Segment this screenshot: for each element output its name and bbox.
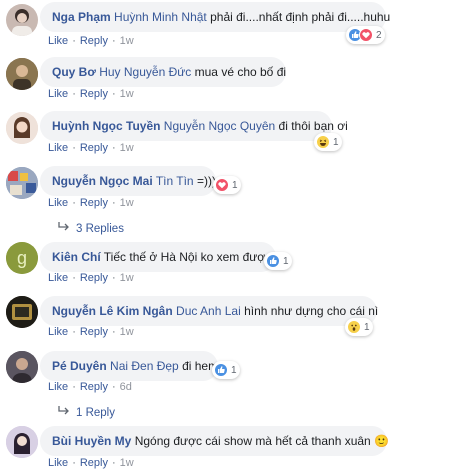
reaction-count: 1 [283,255,289,267]
comment-mention[interactable]: Tìn Tìn [156,174,194,188]
replies-count[interactable]: 3 Replies [76,223,124,235]
like-reaction-icon [266,254,280,268]
comment-text: Tiếc thế ở Hà Nội ko xem được [103,250,272,264]
comment-text: phải đi....nhất định phải đi.....huhu [210,10,391,24]
reply-button[interactable]: Reply [80,142,108,154]
reaction-summary[interactable]: 1 [264,252,292,270]
like-reaction-icon [214,363,228,377]
comment-bubble: Nga Phạm Huỳnh Minh Nhật phải đi....nhất… [40,2,390,32]
avatar[interactable]: g [6,242,38,274]
like-button[interactable]: Like [48,88,68,100]
comment-mention[interactable]: Nguyễn Ngọc Quyên [164,119,275,133]
like-button[interactable]: Like [48,457,68,469]
comment-bubble: Nguyễn Ngọc Mai Tìn Tìn =))) [40,166,216,196]
comment-author[interactable]: Huỳnh Ngọc Tuyền [52,119,160,133]
smile-emoji-icon: 🙂 [374,434,390,448]
reply-button[interactable]: Reply [80,35,108,47]
avatar[interactable] [6,351,38,383]
reply-button[interactable]: Reply [80,272,108,284]
svg-text:g: g [17,248,27,268]
love-reaction-icon [215,178,229,192]
wow-reaction-icon [347,320,361,334]
comment-actions: Like · Reply · 1w [48,326,134,338]
comment-author[interactable]: Kiên Chí [52,250,101,264]
love-reaction-icon [359,28,373,42]
reaction-summary[interactable]: 1 [345,318,373,336]
comment-timestamp[interactable]: 1w [120,457,134,469]
comment-actions: Like · Reply · 6d [48,381,132,393]
comment-mention[interactable]: Nai Đen Đẹp [110,359,179,373]
avatar[interactable] [6,296,38,328]
reaction-count: 1 [231,364,237,376]
comment-text: hình như dựng cho cái nì [244,304,379,318]
comment-actions: Like · Reply · 1w [48,88,134,100]
reply-button[interactable]: Reply [80,326,108,338]
view-replies-link[interactable]: 1 Reply [58,406,115,419]
reaction-count: 1 [232,179,238,191]
comment-timestamp[interactable]: 1w [120,326,134,338]
avatar[interactable] [6,167,38,199]
comment-timestamp[interactable]: 6d [120,381,132,393]
like-button[interactable]: Like [48,272,68,284]
comment-bubble: Kiên Chí Tiếc thế ở Hà Nội ko xem được [40,242,276,272]
reply-button[interactable]: Reply [80,197,108,209]
reaction-summary[interactable]: 2 [346,26,385,44]
comment-bubble: Pé Duyên Nai Đen Đẹp đi hem [40,351,218,381]
comment-timestamp[interactable]: 1w [120,142,134,154]
reply-arrow-icon [58,406,72,419]
avatar[interactable] [6,58,38,90]
haha-reaction-icon [316,135,330,149]
reaction-summary[interactable]: 1 [314,133,342,151]
comment-author[interactable]: Bùi Huyền My [52,434,131,448]
reply-button[interactable]: Reply [80,457,108,469]
comment-actions: Like · Reply · 1w [48,272,134,284]
comment-author[interactable]: Nguyễn Ngọc Mai [52,174,153,188]
comment-bubble: Nguyễn Lê Kim Ngân Duc Anh Lai hình như … [40,296,379,326]
like-button[interactable]: Like [48,381,68,393]
comment-author[interactable]: Pé Duyên [52,359,107,373]
like-button[interactable]: Like [48,197,68,209]
comment-actions: Like · Reply · 1w [48,142,134,154]
comment-author[interactable]: Nga Phạm [52,10,111,24]
comment-mention[interactable]: Huỳnh Minh Nhật [114,10,207,24]
reaction-summary[interactable]: 1 [212,361,240,379]
avatar[interactable] [6,426,38,458]
reaction-count: 2 [376,29,382,41]
replies-count[interactable]: 1 Reply [76,407,115,419]
comment-author[interactable]: Quy Bơ [52,65,96,79]
comment-text: Ngóng được cái show mà hết cả thanh xuân [134,434,371,448]
reaction-summary[interactable]: 1 [213,176,241,194]
reply-button[interactable]: Reply [80,88,108,100]
comment-actions: Like · Reply · 1w [48,457,134,469]
comment-bubble: Quy Bơ Huy Nguyễn Đức mua vé cho bố đi [40,57,286,87]
comment-text: mua vé cho bố đi [194,65,287,79]
avatar[interactable] [6,112,38,144]
comment-author[interactable]: Nguyễn Lê Kim Ngân [52,304,173,318]
like-button[interactable]: Like [48,35,68,47]
comment-actions: Like · Reply · 1w [48,35,134,47]
reaction-count: 1 [333,136,339,148]
comment-actions: Like · Reply · 1w [48,197,134,209]
comment-timestamp[interactable]: 1w [120,272,134,284]
view-replies-link[interactable]: 3 Replies [58,222,124,235]
comment-timestamp[interactable]: 1w [120,197,134,209]
comment-mention[interactable]: Duc Anh Lai [176,304,241,318]
like-button[interactable]: Like [48,142,68,154]
reply-button[interactable]: Reply [80,381,108,393]
reaction-count: 1 [364,321,370,333]
like-button[interactable]: Like [48,326,68,338]
comment-bubble: Bùi Huyền My Ngóng được cái show mà hết … [40,426,390,456]
comment-bubble: Huỳnh Ngọc Tuyền Nguyễn Ngọc Quyên đi th… [40,111,348,141]
avatar[interactable] [6,4,38,36]
comment-timestamp[interactable]: 1w [120,88,134,100]
comment-mention[interactable]: Huy Nguyễn Đức [99,65,191,79]
comment-timestamp[interactable]: 1w [120,35,134,47]
reply-arrow-icon [58,222,72,235]
comment-text: đi thôi bạn ơi [278,119,348,133]
